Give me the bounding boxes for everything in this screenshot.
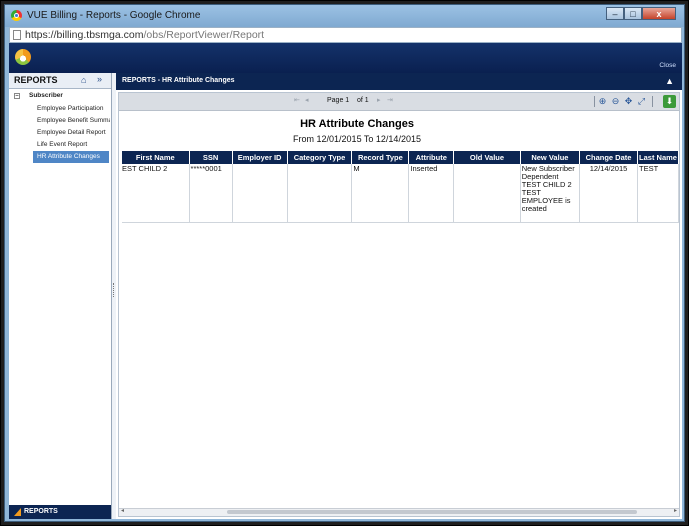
url-path: /obs/ReportViewer/Report <box>143 29 265 41</box>
minimize-button[interactable]: – <box>606 7 624 20</box>
sidebar-footer[interactable]: REPORTS <box>9 505 111 519</box>
column-header[interactable]: New Value <box>520 151 581 164</box>
sidebar-item-life-event-report[interactable]: Life Event Report <box>37 139 110 151</box>
scroll-left-icon[interactable]: ◂ <box>121 507 124 514</box>
window-title: VUE Billing - Reports - Google Chrome <box>27 10 201 21</box>
close-window-button[interactable]: x <box>642 7 676 20</box>
first-page-icon[interactable]: ⇤ <box>294 96 300 104</box>
column-header[interactable]: Employer ID <box>232 151 288 164</box>
maximize-button[interactable]: □ <box>624 7 642 20</box>
report-viewer: ⇤ ◂ Page 1 of 1 ▸ ⇥ ⊕ ⊖ ✥ ⤢ ⬇ HR Attribu… <box>118 92 680 517</box>
report-tree: – Subscriber Employee Participation Empl… <box>11 91 110 163</box>
screen-frame: VUE Billing - Reports - Google Chrome – … <box>0 0 689 526</box>
zoom-in-icon[interactable]: ⊕ <box>597 96 608 107</box>
table-cell <box>287 164 353 223</box>
address-bar[interactable]: https://billing.tbsmga.com/obs/ReportVie… <box>9 27 682 43</box>
column-header[interactable]: SSN <box>189 151 233 164</box>
tree-toggle-icon[interactable]: – <box>14 93 20 99</box>
sidebar-title: REPORTS <box>14 75 58 85</box>
sidebar-item-employee-detail-report[interactable]: Employee Detail Report <box>37 127 110 139</box>
title-bar[interactable]: VUE Billing - Reports - Google Chrome – … <box>5 5 684 27</box>
column-header[interactable]: First Name <box>122 151 190 164</box>
tree-node-label: Subscriber <box>29 92 63 99</box>
chrome-icon <box>11 10 22 21</box>
report-title: HR Attribute Changes <box>300 118 414 130</box>
column-header[interactable]: Last Name <box>637 151 679 164</box>
viewer-toolbar: ⇤ ◂ Page 1 of 1 ▸ ⇥ ⊕ ⊖ ✥ ⤢ ⬇ <box>119 93 679 111</box>
main-header-title: REPORTS - HR Attribute Changes <box>122 77 235 84</box>
window-controls: – □ x <box>606 7 676 20</box>
page-number[interactable]: Page 1 <box>327 97 349 104</box>
url-text[interactable]: https://billing.tbsmga.com/obs/ReportVie… <box>25 28 264 42</box>
report-page: HR Attribute Changes From 12/01/2015 To … <box>119 111 679 500</box>
scrollbar-thumb[interactable] <box>227 510 637 514</box>
column-header[interactable]: Category Type <box>287 151 353 164</box>
column-header[interactable]: Change Date <box>579 151 638 164</box>
table-cell: EST CHILD 2 <box>122 164 190 223</box>
next-page-icon[interactable]: ▸ <box>377 96 381 104</box>
column-header[interactable]: Attribute <box>408 151 455 164</box>
main-header: REPORTS - HR Attribute Changes ▲ <box>116 73 682 90</box>
app-logo <box>15 49 31 65</box>
table-cell: New Subscriber Dependent TEST CHILD 2 TE… <box>520 164 581 223</box>
reports-sidebar: REPORTS ⌂ » – Subscriber Employee Partic… <box>9 73 112 519</box>
report-subtitle: From 12/01/2015 To 12/14/2015 <box>293 134 421 144</box>
collapse-up-icon[interactable]: ▲ <box>665 76 674 86</box>
prev-page-icon[interactable]: ◂ <box>305 96 309 104</box>
table-cell: 12/14/2015 <box>579 164 638 223</box>
fit-page-icon[interactable]: ✥ <box>623 96 634 107</box>
table-header-row: First Name SSN Employer ID Category Type… <box>122 151 679 164</box>
tree-node-subscriber[interactable]: – Subscriber <box>11 91 110 103</box>
table-cell <box>232 164 288 223</box>
page-content: Close REPORTS ⌂ » – Subscriber Employee … <box>9 43 682 519</box>
toolbar-divider <box>594 96 595 107</box>
table-cell: M <box>351 164 410 223</box>
collapse-icon[interactable]: » <box>97 74 102 84</box>
page-count: of 1 <box>357 97 369 104</box>
last-page-icon[interactable]: ⇥ <box>387 96 393 104</box>
column-header[interactable]: Record Type <box>351 151 410 164</box>
sidebar-footer-label: REPORTS <box>24 508 58 515</box>
download-icon[interactable]: ⬇ <box>663 95 676 108</box>
table-cell: *****0001 <box>189 164 233 223</box>
home-icon[interactable]: ⌂ <box>81 75 86 85</box>
expand-icon[interactable]: ⤢ <box>636 96 647 107</box>
report-table: First Name SSN Employer ID Category Type… <box>122 151 679 223</box>
toolbar-divider <box>652 96 653 107</box>
table-cell <box>453 164 521 223</box>
table-cell: TEST <box>637 164 679 223</box>
close-link[interactable]: Close <box>659 62 676 69</box>
table-row: EST CHILD 2 *****0001 M Inserted New Sub… <box>122 164 679 223</box>
horizontal-scrollbar[interactable]: ◂ ▸ <box>119 508 679 516</box>
sidebar-item-employee-participation[interactable]: Employee Participation <box>37 103 110 115</box>
table-cell: Inserted <box>408 164 455 223</box>
scroll-right-icon[interactable]: ▸ <box>674 507 677 514</box>
sidebar-item-employee-benefit-summary[interactable]: Employee Benefit Summary <box>37 115 110 127</box>
sidebar-header: REPORTS ⌂ » <box>9 73 111 89</box>
main-panel: REPORTS - HR Attribute Changes ▲ ⇤ ◂ Pag… <box>116 73 682 519</box>
url-host: https://billing.tbsmga.com <box>25 29 144 41</box>
column-header[interactable]: Old Value <box>453 151 521 164</box>
browser-window: VUE Billing - Reports - Google Chrome – … <box>4 4 685 522</box>
app-header: Close <box>9 43 682 73</box>
zoom-out-icon[interactable]: ⊖ <box>610 96 621 107</box>
sidebar-item-hr-attribute-changes[interactable]: HR Attribute Changes <box>33 151 109 163</box>
page-icon <box>13 30 21 40</box>
reports-triangle-icon <box>14 508 21 516</box>
